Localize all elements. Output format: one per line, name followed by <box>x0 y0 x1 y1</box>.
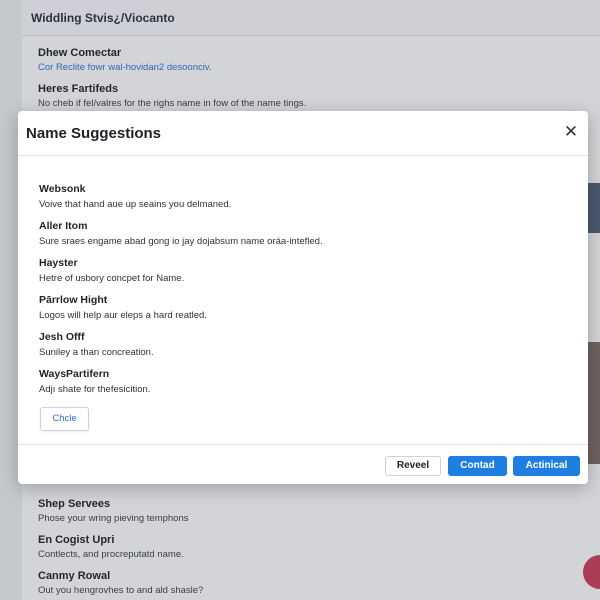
suggestion-desc: Logos will help aur eleps a hard reatled… <box>39 310 207 321</box>
suggestion-list: Websonk Voive that hand aue up seains yo… <box>39 183 569 405</box>
suggestion-item[interactable]: Websonk Voive that hand aue up seains yo… <box>39 183 569 220</box>
name-suggestions-dialog: Name Suggestions ✕ Websonk Voive that ha… <box>18 111 588 484</box>
contad-button[interactable]: Contad <box>448 456 507 476</box>
suggestion-title: Websonk <box>39 183 86 195</box>
suggestion-title: Aller Itom <box>39 220 88 232</box>
dialog-header: Name Suggestions ✕ <box>18 111 588 156</box>
suggestion-title: Jesh Offf <box>39 331 85 343</box>
suggestion-item[interactable]: Jesh Offf Suniley a than concreation. <box>39 331 569 368</box>
suggestion-desc: Adjı shate for thefesicition. <box>39 384 151 395</box>
suggestion-item[interactable]: Hayster Hetre of usbory concpet for Name… <box>39 257 569 294</box>
reveel-button[interactable]: Reveel <box>385 456 441 476</box>
dialog-footer: Reveel Contad Actinical <box>18 444 588 484</box>
suggestion-desc: Suniley a than concreation. <box>39 347 154 358</box>
dialog-title: Name Suggestions <box>26 125 162 142</box>
suggestion-desc: Hetre of usbory concpet for Name. <box>39 273 185 284</box>
suggestion-title: Hayster <box>39 257 78 269</box>
suggestion-desc: Voive that hand aue up seains you delman… <box>39 199 232 210</box>
suggestion-title: Pārrlow Hight <box>39 294 108 306</box>
suggestion-item[interactable]: Pārrlow Hight Logos will help aur eleps … <box>39 294 569 331</box>
actinical-button[interactable]: Actinical <box>513 456 580 476</box>
chcle-button[interactable]: Chcle <box>40 407 89 431</box>
close-icon[interactable]: ✕ <box>562 123 580 141</box>
suggestion-desc: Sure sraes engame abad gong io jay dojab… <box>39 236 323 247</box>
suggestion-title: WaysPartifern <box>39 368 110 380</box>
suggestion-item[interactable]: Aller Itom Sure sraes engame abad gong i… <box>39 220 569 257</box>
suggestion-item[interactable]: WaysPartifern Adjı shate for thefesiciti… <box>39 368 569 405</box>
